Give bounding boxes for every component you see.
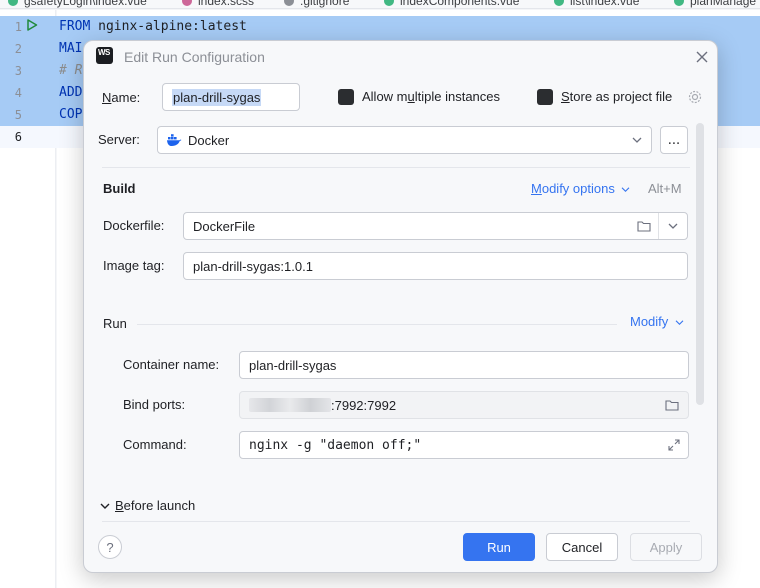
editor-tab[interactable]: planManage bbox=[674, 0, 756, 8]
redacted-value bbox=[249, 398, 331, 412]
chevron-down-icon[interactable] bbox=[668, 222, 678, 230]
scrollbar[interactable] bbox=[696, 123, 704, 405]
vue-file-icon bbox=[674, 0, 684, 6]
chevron-down-icon[interactable] bbox=[100, 502, 110, 510]
allow-multiple-instances-checkbox[interactable] bbox=[338, 89, 354, 105]
folder-icon[interactable] bbox=[637, 220, 651, 232]
server-dropdown[interactable]: Docker bbox=[157, 126, 652, 154]
divider bbox=[102, 521, 690, 522]
run-gutter-icon[interactable] bbox=[26, 19, 38, 31]
chevron-down-icon bbox=[622, 187, 630, 193]
run-modify-link[interactable]: Modify bbox=[630, 314, 684, 329]
command-label: Command: bbox=[123, 437, 187, 452]
editor-tab[interactable]: list\index.vue bbox=[554, 0, 639, 8]
help-button[interactable]: ? bbox=[98, 535, 122, 559]
modify-options-link[interactable]: Modify options bbox=[531, 181, 630, 196]
editor-tab[interactable]: gsafetyLogin\index.vue bbox=[8, 0, 147, 8]
bind-ports-label: Bind ports: bbox=[123, 397, 186, 412]
editor-tab[interactable]: index.scss bbox=[182, 0, 254, 8]
gitignore-file-icon bbox=[284, 0, 294, 6]
bind-ports-input[interactable]: :7992:7992 bbox=[239, 391, 689, 419]
docker-icon bbox=[167, 134, 182, 146]
code-line[interactable]: 1 FROM nginx-alpine:latest bbox=[0, 16, 760, 38]
chevron-down-icon bbox=[632, 137, 642, 143]
run-button[interactable]: Run bbox=[463, 533, 535, 561]
divider bbox=[137, 324, 617, 325]
before-launch-toggle[interactable]: Before launch bbox=[115, 498, 195, 513]
editor-tab-bar: gsafetyLogin\index.vue index.scss .gitig… bbox=[0, 0, 760, 9]
allow-multiple-instances-label[interactable]: Allow multiple instances bbox=[362, 89, 500, 104]
server-label: Server: bbox=[98, 132, 140, 147]
image-tag-input[interactable]: plan-drill-sygas:1.0.1 bbox=[183, 252, 688, 280]
server-more-button[interactable]: ... bbox=[660, 126, 688, 154]
vue-file-icon bbox=[554, 0, 564, 6]
name-input[interactable]: plan-drill-sygas bbox=[162, 83, 300, 111]
container-name-label: Container name: bbox=[123, 357, 220, 372]
container-name-input[interactable]: plan-drill-sygas bbox=[239, 351, 689, 379]
vue-file-icon bbox=[384, 0, 394, 6]
chevron-down-icon bbox=[675, 320, 684, 326]
cancel-button[interactable]: Cancel bbox=[546, 533, 618, 561]
dockerfile-input[interactable]: DockerFile bbox=[183, 212, 688, 240]
folder-icon[interactable] bbox=[665, 399, 679, 411]
name-label: Name: bbox=[102, 90, 141, 105]
editor-tab[interactable]: indexComponents.vue bbox=[384, 0, 519, 8]
editor-tab[interactable]: .gitignore bbox=[284, 0, 349, 8]
build-heading: Build bbox=[103, 181, 136, 196]
scss-file-icon bbox=[182, 0, 192, 6]
expand-icon[interactable] bbox=[667, 438, 681, 452]
command-input[interactable]: nginx -g "daemon off;" bbox=[239, 431, 689, 459]
dockerfile-label: Dockerfile: bbox=[103, 218, 165, 233]
vue-file-icon bbox=[8, 0, 18, 6]
modify-options-shortcut: Alt+M bbox=[648, 181, 682, 196]
store-as-project-file-label[interactable]: Store as project file bbox=[561, 89, 672, 104]
dialog-title: Edit Run Configuration bbox=[124, 49, 265, 65]
edit-run-configuration-dialog: WS Edit Run Configuration Name: plan-dri… bbox=[83, 40, 718, 573]
image-tag-label: Image tag: bbox=[103, 258, 165, 273]
webstorm-logo-icon: WS bbox=[96, 47, 113, 64]
close-icon[interactable] bbox=[692, 47, 712, 67]
apply-button[interactable]: Apply bbox=[630, 533, 702, 561]
divider bbox=[102, 167, 690, 168]
gear-icon[interactable] bbox=[687, 89, 703, 105]
run-heading: Run bbox=[103, 316, 127, 331]
store-as-project-file-checkbox[interactable] bbox=[537, 89, 553, 105]
